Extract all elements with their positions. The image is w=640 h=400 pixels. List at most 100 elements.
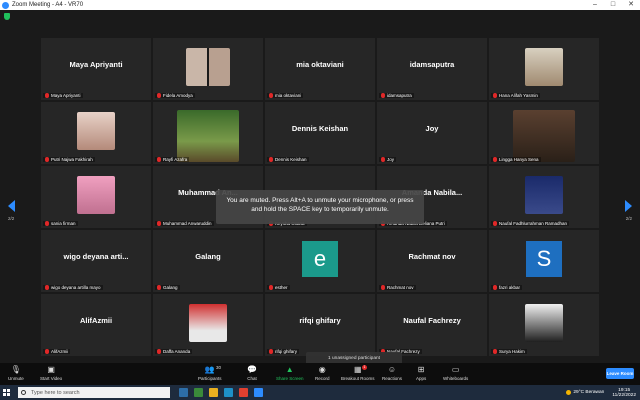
maximize-button[interactable]: □ — [604, 0, 622, 10]
encryption-shield-icon[interactable] — [4, 13, 10, 20]
muted-mic-icon — [269, 349, 273, 354]
participant-label: Joy — [379, 157, 397, 162]
participant-tile[interactable]: e esther — [265, 230, 375, 292]
task-view-icon[interactable] — [179, 388, 188, 397]
participant-label: Lingga Hanya Sena — [491, 157, 541, 162]
chat-button[interactable]: 💬 Chat — [247, 365, 257, 381]
participant-tile[interactable]: rifqi ghifary rifqi ghifary — [265, 294, 375, 356]
participant-tile[interactable]: Rayfi Azafra — [153, 102, 263, 164]
close-button[interactable]: ✕ — [622, 0, 640, 10]
participant-tile[interactable]: Maya Apriyanti Maya Apriyanti — [41, 38, 151, 100]
record-button[interactable]: ◉ Record — [315, 365, 330, 381]
participant-label: Dennis Keishan — [267, 157, 309, 162]
participant-tile[interactable]: Rachmat nov Rachmat nov — [377, 230, 487, 292]
participant-display-name: wigo deyana arti... — [63, 252, 129, 261]
muted-mic-icon — [157, 157, 161, 162]
zoom-app-icon[interactable] — [254, 388, 263, 397]
participant-name: Hana Alifah Yasmin — [499, 93, 538, 98]
reactions-button[interactable]: ☺ Reactions — [382, 365, 402, 381]
participant-label: Muhammad Anwaruddin — [155, 221, 214, 226]
edge-icon[interactable] — [224, 388, 233, 397]
participant-video — [77, 112, 115, 150]
muted-mic-icon — [381, 285, 385, 290]
participant-tile[interactable]: S fazri akbar — [489, 230, 599, 292]
participant-video — [525, 48, 563, 86]
record-label: Record — [315, 376, 330, 381]
apps-button[interactable]: ⊞ Apps — [416, 365, 426, 381]
windows-start-icon[interactable] — [0, 385, 12, 400]
participant-label: Rayfi Azafra — [155, 157, 190, 162]
start-video-button[interactable]: ▣ Start Video — [40, 365, 62, 381]
participant-avatar: S — [526, 241, 562, 277]
participant-tile[interactable]: AlifAzmii AlifAzmii — [41, 294, 151, 356]
participant-name: Joy — [387, 157, 395, 162]
weather-text[interactable]: 29°C Berawan — [573, 390, 604, 395]
muted-mic-icon — [493, 285, 497, 290]
unmute-label: Unmute — [8, 376, 24, 381]
record-icon: ◉ — [318, 365, 326, 374]
participant-tile[interactable]: Daffa Ananda — [153, 294, 263, 356]
muted-mic-icon — [45, 157, 49, 162]
participant-video — [177, 110, 239, 162]
muted-mic-icon — [45, 221, 49, 226]
participant-video — [525, 176, 563, 214]
file-explorer-icon[interactable] — [209, 388, 218, 397]
search-placeholder: Type here to search — [31, 389, 80, 396]
participant-tile[interactable]: wigo deyana arti... wigo deyana artilla … — [41, 230, 151, 292]
muted-notification: You are muted. Press Alt+A to unmute you… — [216, 190, 424, 224]
participant-tile[interactable]: mia oktaviani mia oktaviani — [265, 38, 375, 100]
muted-mic-icon — [269, 93, 273, 98]
participant-tile[interactable]: Putri Najwa Fakhirah — [41, 102, 151, 164]
chrome-icon[interactable] — [239, 388, 248, 397]
participant-display-name: AlifAzmii — [79, 316, 113, 325]
whiteboards-button[interactable]: ▭ Whiteboards — [443, 365, 468, 381]
participant-label: fazri akbar — [491, 285, 523, 290]
landscape-app-icon[interactable] — [194, 388, 203, 397]
participant-name: esther — [275, 285, 288, 290]
chat-icon: 💬 — [247, 365, 257, 374]
participant-label: Rachmat nov — [379, 285, 416, 290]
participant-tile[interactable]: Fidela Amodya — [153, 38, 263, 100]
muted-mic-icon — [157, 285, 161, 290]
leave-room-button[interactable]: Leave Room — [606, 368, 634, 379]
participant-tile[interactable]: Naufal Fadhlurrahman Ramadhan — [489, 166, 599, 228]
participant-display-name: Joy — [425, 124, 439, 133]
muted-mic-icon — [269, 285, 273, 290]
participant-name: Daffa Ananda — [163, 349, 191, 354]
participant-name: fazri akbar — [499, 285, 521, 290]
muted-mic-icon — [493, 221, 497, 226]
participant-tile[interactable]: Surya Hakim — [489, 294, 599, 356]
taskbar-apps — [176, 388, 266, 397]
windows-taskbar: Type here to search 29°C Berawan 19:15 1… — [0, 385, 640, 400]
participant-display-name: Dennis Keishan — [291, 124, 349, 133]
participant-tile[interactable]: Joy Joy — [377, 102, 487, 164]
participant-tile[interactable]: Galang Galang — [153, 230, 263, 292]
participant-name: Rayfi Azafra — [163, 157, 188, 162]
participant-tile[interactable]: Lingga Hanya Sena — [489, 102, 599, 164]
participant-name: Surya Hakim — [499, 349, 525, 354]
taskbar-search-box[interactable]: Type here to search — [18, 387, 170, 398]
previous-page-arrow-icon[interactable] — [8, 200, 15, 212]
clock[interactable]: 19:15 11/22/2022 — [612, 388, 636, 398]
participant-tile[interactable]: Dennis Keishan Dennis Keishan — [265, 102, 375, 164]
participant-tile[interactable]: sania firman — [41, 166, 151, 228]
participant-name: Lingga Hanya Sena — [499, 157, 539, 162]
muted-mic-icon — [157, 93, 161, 98]
next-page-arrow-icon[interactable] — [625, 200, 632, 212]
clock-date: 11/22/2022 — [612, 392, 636, 398]
participant-tile[interactable]: idamsaputra idamsaputra — [377, 38, 487, 100]
breakout-rooms-button[interactable]: ▦ Breakout Rooms — [341, 365, 375, 381]
system-tray: 29°C Berawan 19:15 11/22/2022 — [566, 388, 640, 398]
minimize-button[interactable]: – — [586, 0, 604, 10]
mic-off-icon: 🎙 — [10, 365, 21, 374]
participant-display-name: rifqi ghifary — [299, 316, 341, 325]
participant-tile[interactable]: Naufal Fachrezy Naufal Fachrezy — [377, 294, 487, 356]
unmute-button[interactable]: 🎙 Unmute — [8, 365, 24, 381]
participant-label: Maya Apriyanti — [43, 93, 83, 98]
participant-tile[interactable]: Hana Alifah Yasmin — [489, 38, 599, 100]
participant-video — [186, 48, 230, 86]
share-screen-button[interactable]: ▲ Share Screen — [276, 365, 304, 381]
weather-icon — [566, 390, 572, 395]
participant-name: AlifAzmii — [51, 349, 69, 354]
participant-label: wigo deyana artilla mayo — [43, 285, 103, 290]
